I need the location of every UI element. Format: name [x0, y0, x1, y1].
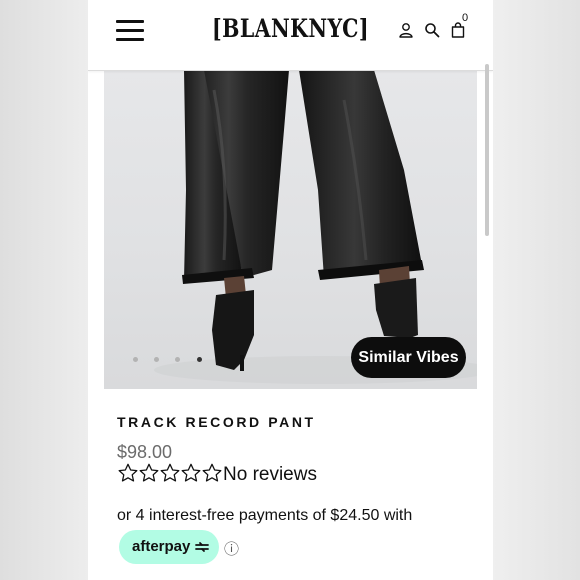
site-header: [BLANKNYC] 0 — [88, 0, 493, 71]
star-empty-icon — [118, 463, 138, 482]
account-icon[interactable] — [398, 22, 414, 38]
afterpay-logo-text: afterpay — [132, 538, 191, 555]
similar-vibes-button[interactable]: Similar Vibes — [351, 337, 466, 378]
product-image[interactable]: Similar Vibes — [104, 70, 477, 389]
gallery-dot[interactable] — [175, 357, 180, 362]
star-empty-icon — [181, 463, 201, 482]
info-icon[interactable]: ⓘ — [224, 538, 239, 559]
menu-icon[interactable] — [116, 20, 144, 41]
star-empty-icon — [202, 463, 222, 482]
background-left — [0, 0, 88, 580]
scrollbar[interactable] — [485, 64, 489, 236]
background-right — [493, 0, 580, 580]
product-title: TRACK RECORD PANT — [117, 414, 316, 430]
gallery-dot[interactable] — [133, 357, 138, 362]
afterpay-arrows-icon — [195, 542, 209, 552]
gallery-dot[interactable] — [154, 357, 159, 362]
installments-text: or 4 interest-free payments of $24.50 wi… — [117, 507, 413, 524]
product-price: $98.00 — [117, 442, 173, 462]
brand-logo[interactable]: [BLANKNYC] — [206, 14, 374, 43]
cart-count-badge: 0 — [462, 12, 469, 24]
product-page: [BLANKNYC] 0 Similar Vibes TRACK RECORD … — [88, 0, 493, 580]
gallery-dot-active[interactable] — [197, 357, 202, 362]
search-icon[interactable] — [424, 22, 440, 38]
star-empty-icon — [160, 463, 180, 482]
afterpay-badge[interactable]: afterpay — [119, 530, 219, 564]
reviews-link[interactable]: No reviews — [223, 464, 317, 486]
cart-icon[interactable] — [450, 22, 466, 38]
star-empty-icon — [139, 463, 159, 482]
